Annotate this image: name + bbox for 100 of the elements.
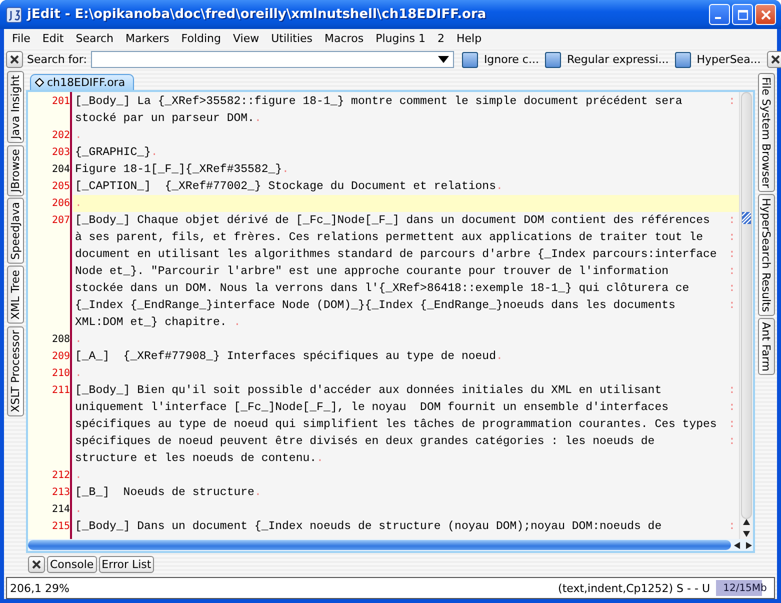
- end-of-line-marker: .: [254, 486, 262, 499]
- vertical-scrollbar[interactable]: [739, 92, 753, 539]
- wrap-marker: :: [728, 248, 736, 261]
- dock-tab[interactable]: JBrowse: [6, 145, 24, 196]
- marker-icon: [742, 212, 751, 224]
- dock-tab[interactable]: HyperSearch Results: [758, 194, 774, 316]
- window-title: jEdit - E:\opikanoba\doc\fred\oreilly\xmlnutshell\ch18EDIFF.ora: [27, 7, 488, 22]
- code-line: spécifiques de noeud peuvent être divisés en deux grandes catégories : les noeuds de: [75, 435, 655, 448]
- dropdown-arrow-icon: [438, 56, 449, 63]
- search-label: Search for:: [27, 53, 87, 66]
- code-line: {_Index {_EndRange_}interface Node (DOM)_}{_Index {_EndRange_}noeuds dans les documents: [75, 299, 676, 312]
- wrap-marker: :: [728, 520, 736, 533]
- menu-item[interactable]: Search: [70, 32, 120, 45]
- wrap-marker: :: [728, 384, 736, 397]
- wrap-marker: :: [728, 95, 736, 108]
- line-number: 205: [52, 181, 70, 192]
- line-number: 212: [52, 470, 70, 481]
- scroll-thumb[interactable]: [28, 540, 731, 550]
- line-number: 201: [52, 96, 70, 107]
- dock-tab[interactable]: XSLT Processor: [6, 326, 24, 416]
- end-of-line-marker: .: [75, 197, 82, 210]
- minimize-icon: [714, 17, 720, 19]
- checkbox-label: Regular expressi...: [566, 53, 669, 66]
- code-line: {_GRAPHIC_}: [75, 146, 151, 159]
- menu-item[interactable]: Folding: [175, 32, 228, 45]
- menu-item[interactable]: Edit: [36, 32, 70, 45]
- end-of-line-marker: .: [496, 180, 503, 193]
- maximize-button[interactable]: [732, 4, 753, 25]
- minimize-button[interactable]: [709, 4, 730, 25]
- end-of-line-marker: .: [282, 163, 289, 176]
- close-icon[interactable]: [28, 556, 45, 572]
- buffer-mode: (text,indent,Cp1252) S - - U: [558, 582, 710, 594]
- line-number: 209: [52, 351, 70, 362]
- menu-item[interactable]: 2: [431, 32, 450, 45]
- horizontal-scrollbar[interactable]: [28, 539, 753, 551]
- code-line: document en utilisant les algorithmes standard de parcours d'arbre {_Index parcours:interface: [75, 248, 717, 261]
- menu-item[interactable]: Macros: [318, 32, 370, 45]
- code-line: [_Body_] Dans un document {_Index noeuds de structure (noyau DOM);noyau DOM:noeuds de: [75, 520, 662, 533]
- end-of-line-marker: .: [75, 333, 82, 346]
- diamond-icon: [35, 78, 44, 87]
- line-number: 214: [52, 504, 70, 515]
- menu-item[interactable]: Help: [450, 32, 488, 45]
- code-line: Node et_}. "Parcourir l'arbre" est une approche courante pour trouver de l'information: [75, 265, 668, 278]
- checkbox[interactable]: [544, 52, 561, 68]
- dock-tab[interactable]: SpeedJava: [6, 198, 24, 264]
- dock-tab[interactable]: Console: [47, 556, 97, 572]
- buffer-tab[interactable]: ch18EDIFF.ora: [30, 74, 134, 90]
- menu-item[interactable]: Plugins 1: [370, 32, 432, 45]
- end-of-line-marker: .: [316, 452, 324, 465]
- wrap-marker: :: [728, 265, 736, 278]
- code-line: stockée dans un DOM. Nous la verrons dans l'{_XRef>86418::exemple 18-1_} qui clôturera ce: [75, 282, 690, 295]
- line-number: 211: [52, 385, 70, 396]
- checkbox-label: Ignore c...: [484, 53, 539, 66]
- code-line: [_CAPTION_] {_XRef#77002_} Stockage du Document et relations: [75, 180, 496, 193]
- checkbox[interactable]: [462, 52, 478, 68]
- code-line: XML:DOM et_} chapitre.: [75, 316, 228, 329]
- code-line: [_A_] {_XRef#77908_} Interfaces spécifiques au type de noeud: [75, 350, 496, 363]
- close-icon[interactable]: [766, 51, 781, 68]
- caret-position: 206,1 29%: [10, 582, 70, 594]
- scroll-arrows-icon[interactable]: [733, 540, 753, 550]
- end-of-line-marker: .: [496, 350, 503, 363]
- dock-tab[interactable]: Error List: [98, 556, 154, 572]
- code-line: [_B_] Noeuds de structure: [75, 486, 254, 499]
- line-number: 213: [52, 487, 70, 498]
- code-line: spécifiques au type de noeud qui simplifient les tâches de programmation courantes. Ces types: [75, 418, 717, 431]
- dock-tab[interactable]: Java Insight: [6, 71, 24, 144]
- end-of-line-marker: .: [75, 503, 82, 516]
- menu-item[interactable]: View: [227, 32, 266, 45]
- app-icon: [6, 6, 22, 22]
- checkbox[interactable]: [674, 52, 691, 68]
- search-field[interactable]: [90, 51, 454, 68]
- checkbox-label: HyperSea...: [696, 53, 761, 66]
- close-button[interactable]: [755, 4, 776, 25]
- scroll-arrows-icon[interactable]: [742, 518, 751, 538]
- close-icon: [760, 10, 770, 20]
- line-number: 206: [52, 198, 70, 209]
- menu-item[interactable]: Utilities: [265, 32, 319, 45]
- wrap-marker: :: [728, 435, 736, 448]
- menu-item[interactable]: Markers: [120, 32, 176, 45]
- code-line: [_Body_] Bien qu'il soit possible d'accéder aux données initiales du XML en utilisant: [75, 384, 662, 397]
- wrap-marker: :: [728, 282, 736, 295]
- menu-item[interactable]: File: [6, 32, 36, 45]
- line-number: 210: [52, 368, 70, 379]
- code-line: uniquement l'interface [_Fc_]Node[_F_], le noyau DOM fournit un ensemble d'interfaces: [75, 401, 668, 414]
- line-number: 202: [52, 130, 70, 141]
- end-of-line-marker: .: [150, 146, 158, 159]
- dock-tab[interactable]: File System Browser: [758, 73, 774, 192]
- end-of-line-marker: .: [75, 469, 82, 482]
- code-line: Figure 18-1[_F_]{_XRef#35582_}: [75, 163, 282, 176]
- dock-tab[interactable]: Ant Farm: [758, 318, 774, 376]
- maximize-icon: [738, 10, 748, 20]
- end-of-line-marker: .: [254, 112, 262, 125]
- close-icon[interactable]: [6, 51, 23, 68]
- line-number: 215: [52, 521, 70, 532]
- end-of-line-marker: .: [75, 129, 82, 142]
- line-number: 203: [52, 147, 70, 158]
- dock-tab[interactable]: XML Tree: [6, 266, 24, 324]
- code-line: à ses parent, fils, et frères. Ces relations permettent aux applications de traiter tout le: [75, 231, 704, 244]
- wrap-marker: :: [728, 299, 736, 312]
- scroll-thumb[interactable]: [741, 92, 752, 519]
